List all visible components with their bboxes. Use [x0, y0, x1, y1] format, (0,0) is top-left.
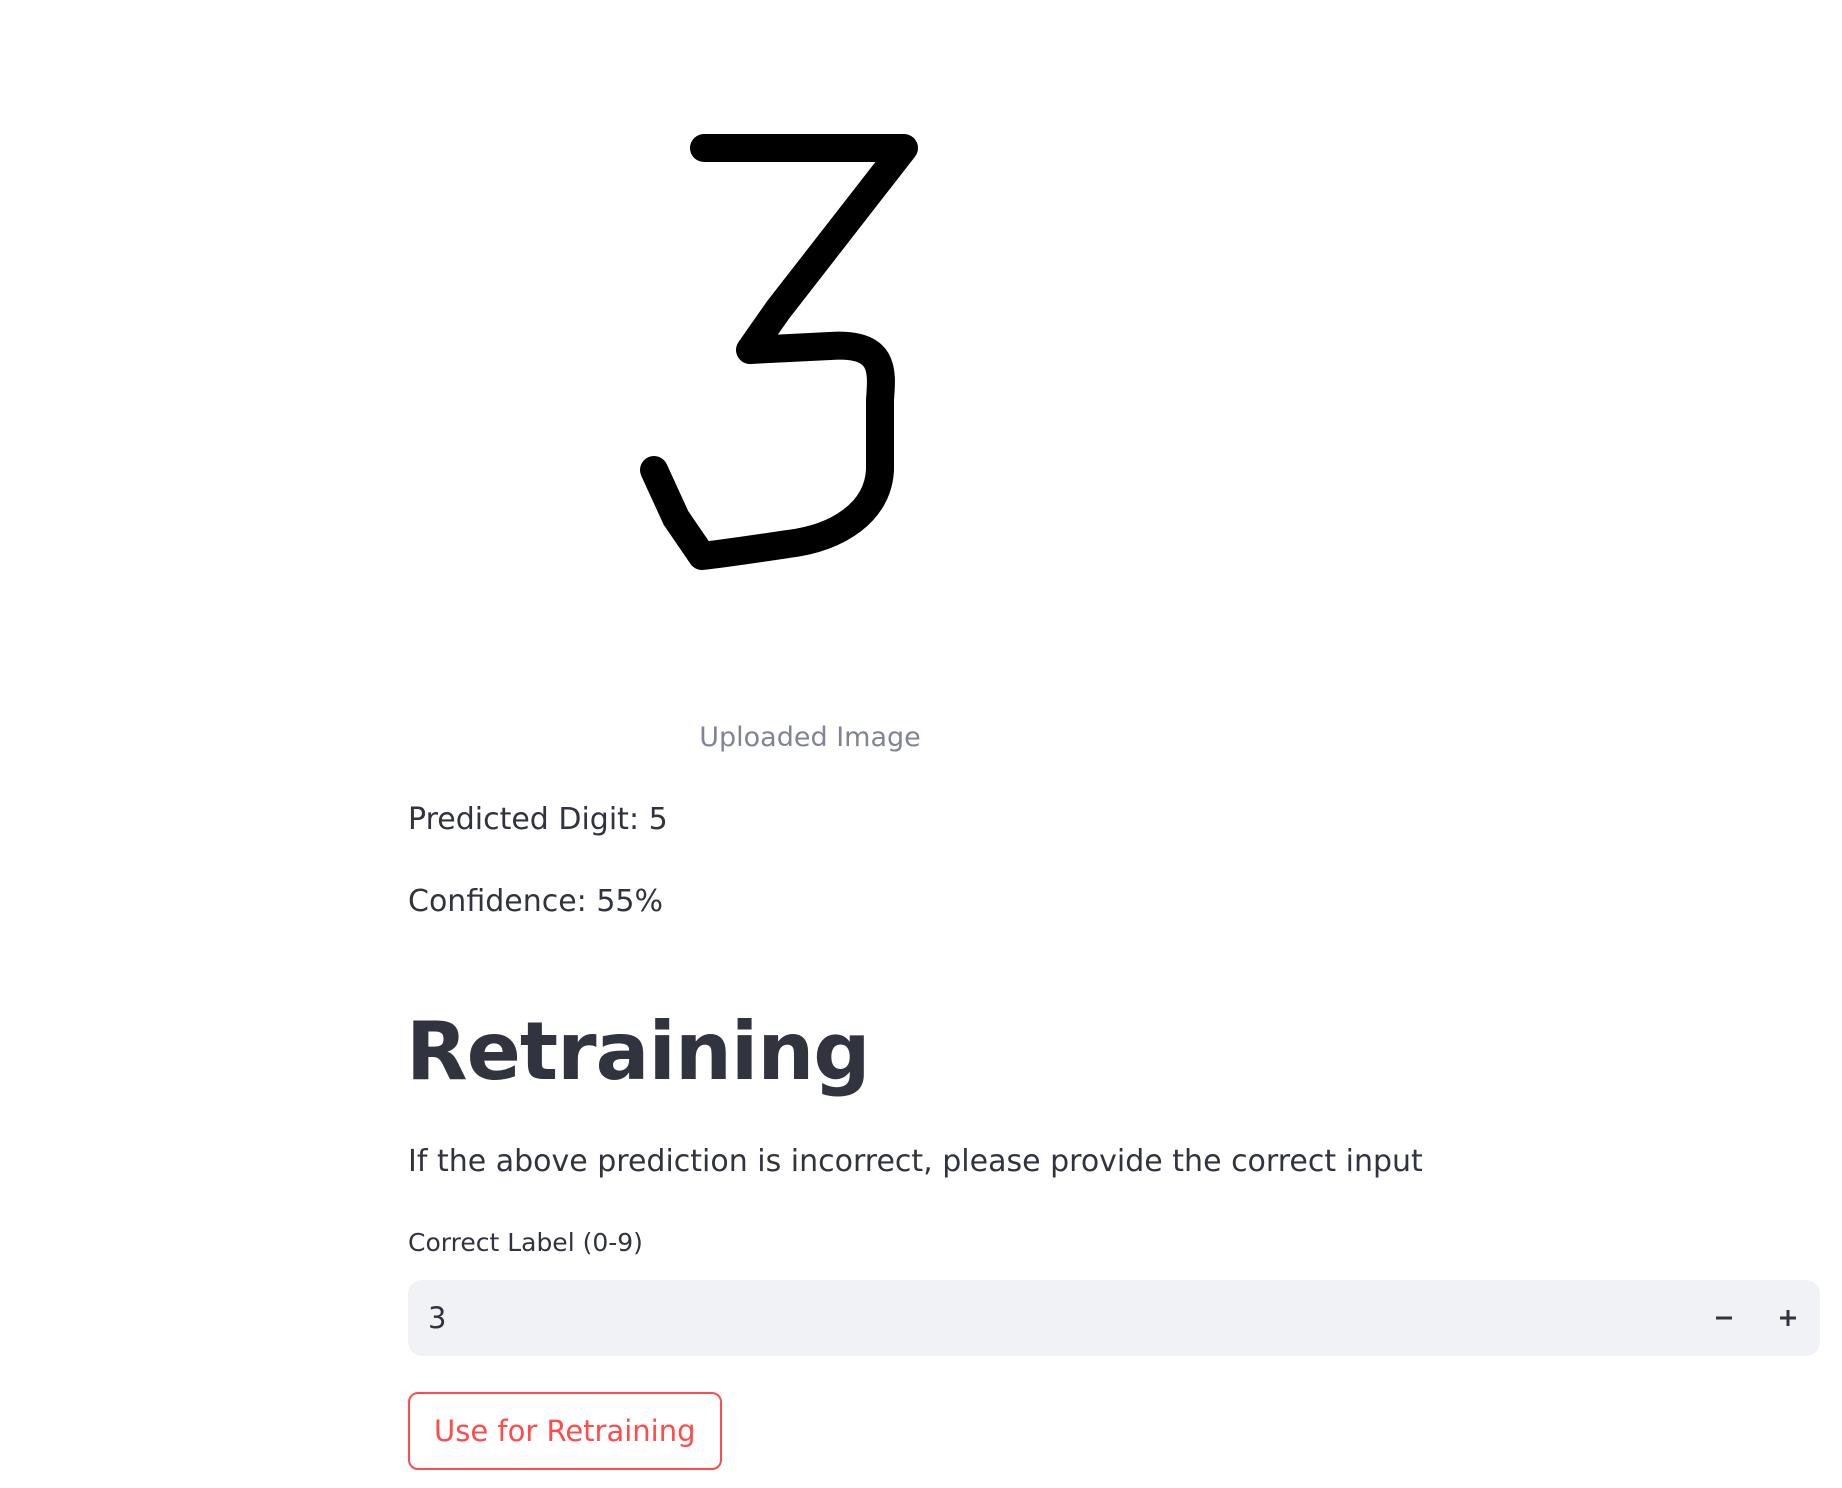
confidence-text: Confidence: 55% [408, 884, 663, 919]
predicted-digit-text: Predicted Digit: 5 [408, 802, 668, 837]
correct-label-input[interactable] [408, 1280, 1692, 1356]
correct-label-number-input [408, 1280, 1820, 1356]
decrement-button[interactable] [1692, 1280, 1756, 1356]
image-caption: Uploaded Image [699, 722, 921, 753]
correct-label-field-label: Correct Label (0-9) [408, 1228, 643, 1257]
handwritten-digit-image [408, 60, 1212, 760]
use-for-retraining-button[interactable]: Use for Retraining [408, 1392, 722, 1470]
plus-icon [1780, 1310, 1796, 1326]
retraining-instruction: If the above prediction is incorrect, pl… [408, 1144, 1423, 1179]
uploaded-image [408, 60, 1212, 760]
retraining-heading: Retraining [406, 1005, 871, 1098]
minus-icon [1716, 1316, 1732, 1320]
increment-button[interactable] [1756, 1280, 1820, 1356]
